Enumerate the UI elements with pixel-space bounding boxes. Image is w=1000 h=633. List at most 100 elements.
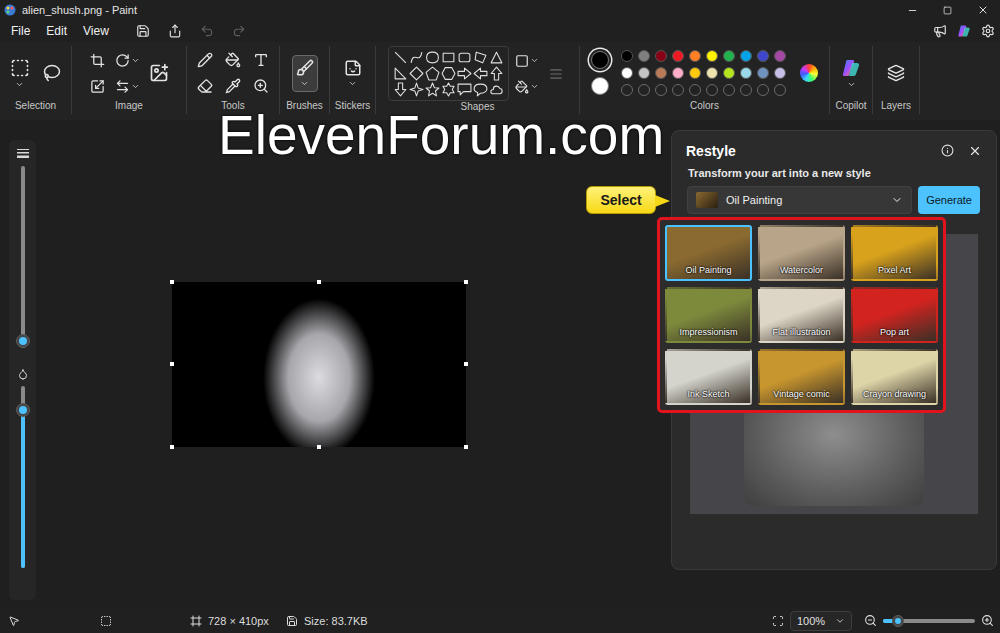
fit-to-window-icon[interactable] bbox=[772, 615, 784, 627]
close-button[interactable] bbox=[965, 0, 1000, 20]
shape-icon[interactable] bbox=[409, 82, 424, 97]
shape-icon[interactable] bbox=[441, 82, 456, 97]
free-select-button[interactable] bbox=[39, 60, 65, 86]
resize-handle[interactable] bbox=[464, 362, 468, 366]
stickers-button[interactable] bbox=[340, 55, 366, 92]
share-button[interactable] bbox=[161, 21, 189, 41]
color-swatch[interactable] bbox=[621, 50, 633, 62]
color-swatch[interactable] bbox=[757, 50, 769, 62]
magnifier-button[interactable] bbox=[250, 75, 272, 97]
account-button[interactable] bbox=[956, 23, 972, 39]
rotate-button[interactable] bbox=[115, 49, 140, 71]
shape-icon[interactable] bbox=[489, 50, 504, 65]
whats-new-button[interactable] bbox=[932, 23, 948, 39]
color-swatch[interactable] bbox=[672, 67, 684, 79]
color-swatch[interactable] bbox=[774, 67, 786, 79]
pencil-button[interactable] bbox=[194, 49, 216, 71]
menu-item[interactable]: View bbox=[75, 22, 117, 40]
color-swatch[interactable] bbox=[774, 84, 786, 96]
layers-button[interactable] bbox=[883, 60, 909, 86]
shape-icon[interactable] bbox=[393, 50, 408, 65]
style-option[interactable]: Impressionism bbox=[665, 287, 752, 343]
style-option[interactable]: Vintage comic bbox=[758, 349, 845, 405]
color-swatch[interactable] bbox=[621, 84, 633, 96]
settings-button[interactable] bbox=[980, 23, 996, 39]
fill-button[interactable] bbox=[222, 49, 244, 71]
resize-handle[interactable] bbox=[170, 362, 174, 366]
color-swatch[interactable] bbox=[706, 84, 718, 96]
color-swatch[interactable] bbox=[740, 50, 752, 62]
undo-button[interactable] bbox=[193, 21, 221, 41]
style-option[interactable]: Crayon drawing bbox=[851, 349, 938, 405]
style-option[interactable]: Watercolor bbox=[758, 225, 845, 281]
slider-thumb[interactable] bbox=[16, 334, 30, 348]
redo-button[interactable] bbox=[225, 21, 253, 41]
color-swatch[interactable] bbox=[638, 84, 650, 96]
info-icon[interactable] bbox=[941, 144, 954, 157]
shape-icon[interactable] bbox=[409, 50, 424, 65]
brushes-button[interactable] bbox=[292, 55, 318, 92]
zoom-slider[interactable] bbox=[883, 619, 975, 623]
edit-colors-icon[interactable] bbox=[800, 64, 818, 82]
canvas-image[interactable] bbox=[172, 282, 466, 447]
shape-icon[interactable] bbox=[473, 50, 488, 65]
color-swatch[interactable] bbox=[723, 84, 735, 96]
resize-handle[interactable] bbox=[464, 445, 468, 449]
style-option[interactable]: Ink Sketch bbox=[665, 349, 752, 405]
minimize-button[interactable] bbox=[895, 0, 930, 20]
shape-icon[interactable] bbox=[425, 82, 440, 97]
shape-icon[interactable] bbox=[409, 66, 424, 81]
primary-color[interactable] bbox=[591, 51, 609, 69]
resize-button[interactable] bbox=[87, 75, 109, 97]
style-option[interactable]: Oil Painting bbox=[665, 225, 752, 281]
menu-item[interactable]: Edit bbox=[38, 22, 75, 40]
image-insert-button[interactable] bbox=[146, 59, 172, 87]
color-swatch[interactable] bbox=[638, 67, 650, 79]
color-swatch[interactable] bbox=[706, 67, 718, 79]
save-button[interactable] bbox=[129, 21, 157, 41]
shape-icon[interactable] bbox=[393, 82, 408, 97]
opacity-slider[interactable] bbox=[17, 368, 29, 568]
resize-handle[interactable] bbox=[170, 280, 174, 284]
color-swatch[interactable] bbox=[655, 84, 667, 96]
color-swatch[interactable] bbox=[740, 67, 752, 79]
color-swatch[interactable] bbox=[757, 67, 769, 79]
secondary-color[interactable] bbox=[591, 77, 609, 95]
shape-icon[interactable] bbox=[441, 50, 456, 65]
color-swatch[interactable] bbox=[672, 84, 684, 96]
resize-handle[interactable] bbox=[317, 445, 321, 449]
close-icon[interactable] bbox=[968, 144, 982, 158]
color-swatch[interactable] bbox=[774, 50, 786, 62]
resize-handle[interactable] bbox=[464, 280, 468, 284]
zoom-thumb[interactable] bbox=[892, 615, 904, 627]
slider-track[interactable] bbox=[21, 386, 25, 568]
shape-icon[interactable] bbox=[425, 66, 440, 81]
color-swatch[interactable] bbox=[655, 67, 667, 79]
select-button[interactable] bbox=[7, 54, 33, 93]
shape-icon[interactable] bbox=[393, 66, 408, 81]
zoom-in-icon[interactable] bbox=[981, 614, 994, 627]
maximize-button[interactable] bbox=[930, 0, 965, 20]
color-swatch[interactable] bbox=[723, 50, 735, 62]
shape-icon[interactable] bbox=[425, 50, 440, 65]
menu-item[interactable]: File bbox=[3, 22, 38, 40]
color-swatch[interactable] bbox=[621, 67, 633, 79]
slider-thumb[interactable] bbox=[16, 403, 30, 417]
generate-button[interactable]: Generate bbox=[918, 186, 980, 214]
style-dropdown[interactable]: Oil Painting bbox=[687, 186, 912, 214]
shape-icon[interactable] bbox=[457, 82, 472, 97]
zoom-dropdown[interactable]: 100% bbox=[790, 611, 852, 631]
color-swatch[interactable] bbox=[689, 84, 701, 96]
shapes-gallery[interactable] bbox=[388, 46, 509, 101]
shape-fill-button[interactable] bbox=[515, 76, 539, 98]
crop-button[interactable] bbox=[87, 49, 109, 71]
color-swatch[interactable] bbox=[672, 50, 684, 62]
color-swatch[interactable] bbox=[740, 84, 752, 96]
color-swatch[interactable] bbox=[757, 84, 769, 96]
style-option[interactable]: Pixel Art bbox=[851, 225, 938, 281]
color-swatch[interactable] bbox=[689, 67, 701, 79]
size-slider[interactable] bbox=[16, 148, 30, 348]
color-swatch[interactable] bbox=[689, 50, 701, 62]
resize-handle[interactable] bbox=[317, 280, 321, 284]
color-picker-button[interactable] bbox=[222, 75, 244, 97]
